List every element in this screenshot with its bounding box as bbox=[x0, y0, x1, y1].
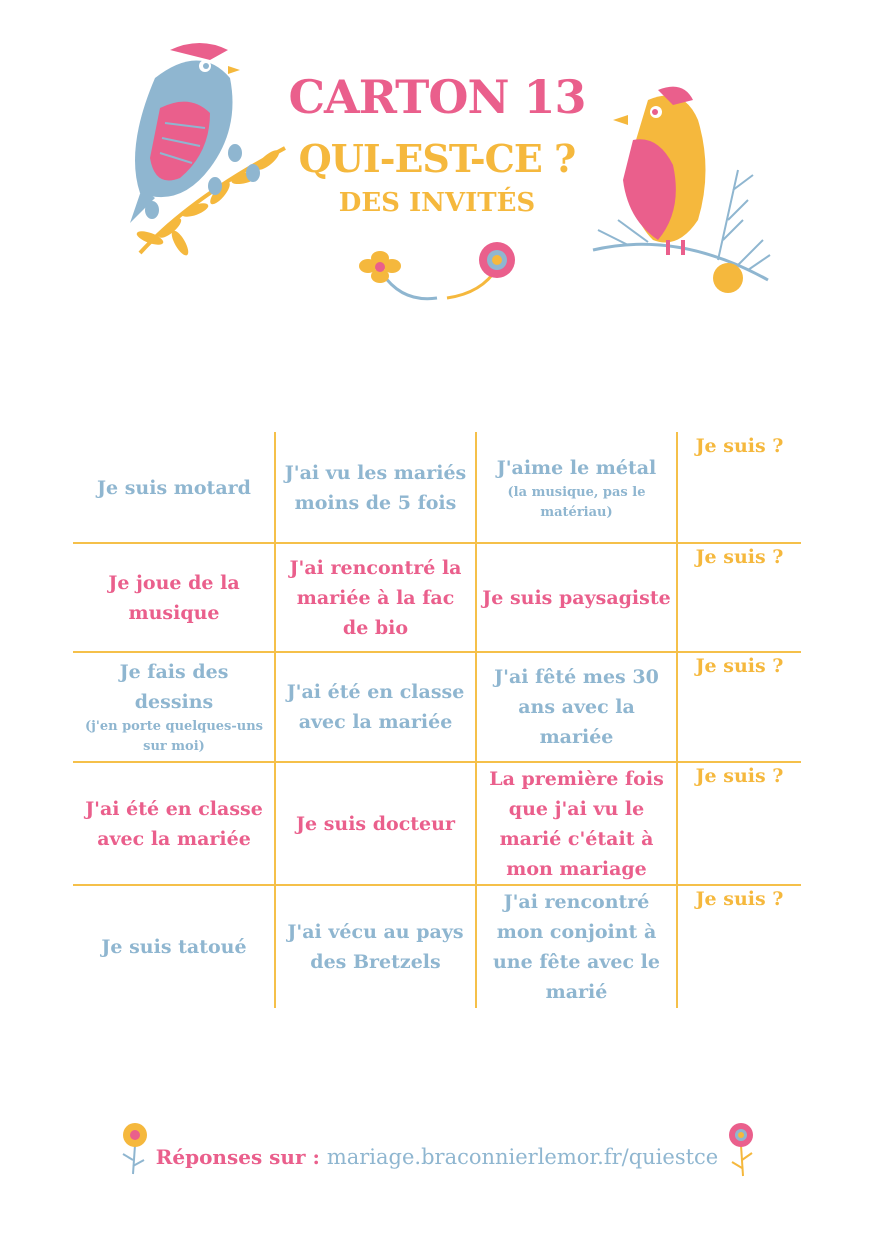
grid-cell: Je suis paysagiste bbox=[476, 543, 677, 652]
grid-cell: Je suis docteur bbox=[275, 762, 476, 885]
grid-cell: J'ai fêté mes 30 ans avec la mariée bbox=[476, 652, 677, 762]
flower-icon bbox=[359, 242, 515, 301]
cell-text: J'ai vécu au pays des Bretzels bbox=[287, 920, 464, 973]
cell-text: La première fois que j'ai vu le marié c'… bbox=[489, 767, 664, 880]
cell-text: J'ai été en classe avec la mariée bbox=[286, 681, 465, 733]
grid-cell: J'aime le métal (la musique, pas le matér… bbox=[476, 432, 677, 543]
page-subtitle: QUI-EST-CE ? bbox=[298, 136, 577, 181]
page-subsubtitle: DES INVITÉS bbox=[338, 188, 536, 218]
grid-cell: La première fois que j'ai vu le marié c'… bbox=[476, 762, 677, 885]
cell-text: Je suis tatoué bbox=[101, 935, 247, 958]
cell-text: Je suis docteur bbox=[296, 812, 455, 835]
footer: Réponses sur : mariage.braconnierlemor.f… bbox=[0, 1145, 874, 1169]
grid-cell: J'ai été en classe avec la mariée bbox=[275, 652, 476, 762]
cell-text: Je suis motard bbox=[97, 476, 251, 499]
cell-note: (la musique, pas le matériau) bbox=[507, 484, 646, 520]
cell-text: Je joue de la musique bbox=[108, 571, 240, 624]
cell-text: Je fais des dessins bbox=[119, 661, 229, 713]
cell-text: J'ai rencontré la mariée à la fac de bio bbox=[289, 556, 462, 639]
cell-text: J'aime le métal bbox=[496, 456, 657, 479]
cell-text: J'ai rencontré mon conjoint à une fête a… bbox=[492, 890, 660, 1003]
grid-cell: J'ai rencontré mon conjoint à une fête a… bbox=[476, 885, 677, 1008]
cell-text: Je suis paysagiste bbox=[482, 586, 671, 609]
page-title: CARTON 13 bbox=[288, 70, 586, 124]
grid-cell: Je fais des dessins (j'en porte quelques-… bbox=[73, 652, 275, 762]
grid-cell: J'ai été en classe avec la mariée bbox=[73, 762, 275, 885]
cell-text: J'ai fêté mes 30 ans avec la mariée bbox=[494, 666, 659, 748]
answer-label[interactable]: Je suis ? bbox=[677, 546, 802, 568]
grid-cell: J'ai vu les mariés moins de 5 fois bbox=[275, 432, 476, 543]
footer-label: Réponses sur : bbox=[155, 1145, 320, 1169]
cell-note: (j'en porte quelques-uns sur moi) bbox=[85, 719, 263, 754]
grid-cell: J'ai vécu au pays des Bretzels bbox=[275, 885, 476, 1008]
cell-text: J'ai vu les mariés moins de 5 fois bbox=[284, 461, 467, 514]
grid-cell: J'ai rencontré la mariée à la fac de bio bbox=[275, 543, 476, 652]
grid-cell: Je joue de la musique bbox=[73, 543, 275, 652]
grid-cell: Je suis motard bbox=[73, 432, 275, 543]
grid-cell: Je suis tatoué bbox=[73, 885, 275, 1008]
cell-text: J'ai été en classe avec la mariée bbox=[85, 797, 263, 850]
answer-label[interactable]: Je suis ? bbox=[677, 655, 802, 677]
answer-label[interactable]: Je suis ? bbox=[677, 888, 802, 910]
footer-url[interactable]: mariage.braconnierlemor.fr/quiestce bbox=[327, 1145, 718, 1169]
answer-label[interactable]: Je suis ? bbox=[677, 435, 802, 457]
bingo-grid: Je suis motard J'ai vu les mariés moins d… bbox=[73, 432, 801, 1008]
answer-label[interactable]: Je suis ? bbox=[677, 765, 802, 787]
